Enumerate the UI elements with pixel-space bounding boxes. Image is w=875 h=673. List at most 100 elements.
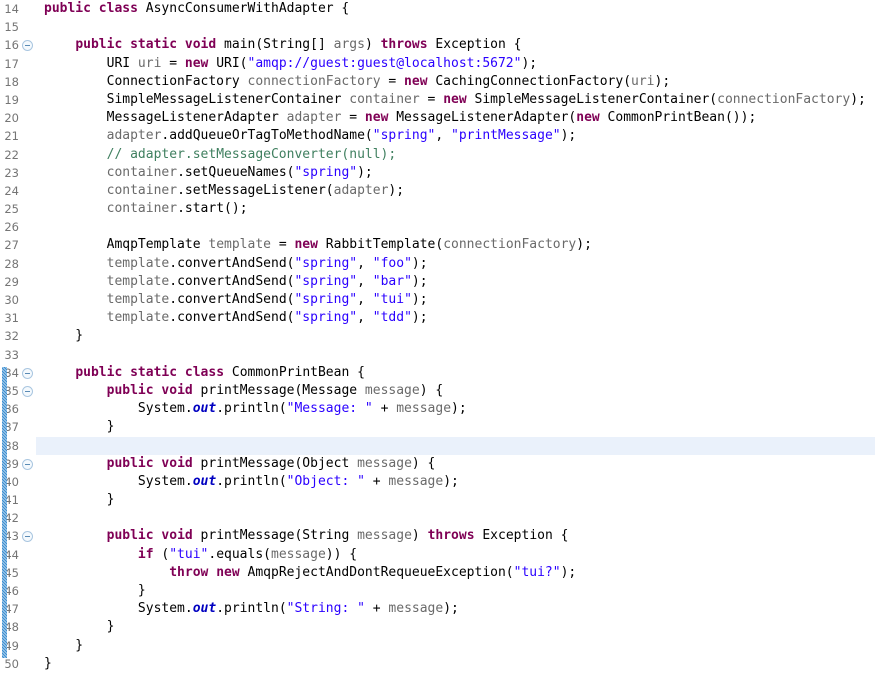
code-text-area[interactable]: public class AsyncConsumerWithAdapter { … xyxy=(36,0,875,671)
gutter-row[interactable]: 27 xyxy=(0,236,36,254)
code-line[interactable]: } xyxy=(36,655,875,673)
code-token-pln: } xyxy=(44,328,84,344)
line-number: 29 xyxy=(4,274,19,289)
code-token-kw: throw xyxy=(169,564,209,580)
code-token-pln: .println( xyxy=(216,401,287,417)
gutter-row[interactable]: 15 xyxy=(0,18,36,36)
code-line[interactable]: throw new AmqpRejectAndDontRequeueExcept… xyxy=(36,564,875,582)
code-token-pln: .convertAndSend( xyxy=(169,255,295,271)
code-token-pln: ); xyxy=(411,292,428,307)
code-token-loc: template xyxy=(208,237,271,253)
code-token-pln xyxy=(44,310,107,325)
code-line[interactable]: } xyxy=(36,618,875,636)
gutter-row[interactable]: 31 xyxy=(0,309,36,327)
code-token-pln: , xyxy=(435,128,452,144)
code-token-kw: throws xyxy=(380,37,428,53)
code-token-pln: = xyxy=(271,237,295,253)
code-line[interactable]: } xyxy=(36,418,875,436)
code-line[interactable]: public void printMessage(Message message… xyxy=(36,382,875,400)
gutter-row[interactable]: 14 xyxy=(0,0,36,18)
code-line[interactable]: } xyxy=(36,491,875,509)
code-line[interactable]: template.convertAndSend("spring", "tdd")… xyxy=(36,309,875,327)
gutter-row[interactable]: 25 xyxy=(0,200,36,218)
code-token-pln: ) xyxy=(364,37,381,53)
gutter-row[interactable]: 28 xyxy=(0,255,36,273)
code-token-pln xyxy=(122,37,130,52)
code-token-pln: .println( xyxy=(216,473,287,489)
code-line[interactable]: public void printMessage(String message)… xyxy=(36,527,875,545)
gutter-row[interactable]: 23 xyxy=(0,164,36,182)
code-line[interactable] xyxy=(36,509,875,527)
code-line[interactable]: container.setQueueNames("spring"); xyxy=(36,164,875,182)
line-number: 19 xyxy=(4,92,19,107)
code-line[interactable]: // adapter.setMessageConverter(null); xyxy=(36,146,875,164)
code-token-pln: } xyxy=(44,655,52,671)
code-token-pln: ); xyxy=(850,91,866,107)
gutter-row[interactable]: 30 xyxy=(0,291,36,309)
gutter-row[interactable]: 19 xyxy=(0,91,36,109)
code-line[interactable]: System.out.println("Message: " + message… xyxy=(36,400,875,418)
gutter-row[interactable]: 16 xyxy=(0,36,36,54)
code-line[interactable]: System.out.println("Object: " + message)… xyxy=(36,473,875,491)
gutter-row[interactable]: 24 xyxy=(0,182,36,200)
code-token-pln: System. xyxy=(44,401,193,417)
code-token-loc: adapter xyxy=(106,128,162,144)
code-line[interactable]: adapter.addQueueOrTagToMethodName("sprin… xyxy=(36,127,875,145)
gutter-row[interactable]: 17 xyxy=(0,55,36,73)
code-line[interactable]: container.setMessageListener(adapter); xyxy=(36,182,875,200)
code-line[interactable]: container.start(); xyxy=(36,200,875,218)
code-line[interactable]: public static void main(String[] args) t… xyxy=(36,36,875,54)
gutter-row[interactable]: 29 xyxy=(0,273,36,291)
code-line[interactable]: URI uri = new URI("amqp://guest:guest@lo… xyxy=(36,55,875,73)
code-line[interactable]: ConnectionFactory connectionFactory = ne… xyxy=(36,73,875,91)
code-token-pln: main(String[] xyxy=(216,37,334,53)
code-token-pln: RabbitTemplate( xyxy=(317,237,444,253)
fold-collapse-icon[interactable] xyxy=(22,367,33,379)
line-number: 24 xyxy=(4,183,19,198)
code-line[interactable]: } xyxy=(36,327,875,345)
gutter-row[interactable]: 20 xyxy=(0,109,36,127)
code-token-pln: .start(); xyxy=(177,201,248,217)
code-token-pln xyxy=(44,383,107,398)
line-number: 21 xyxy=(4,129,19,144)
code-token-pln: ); xyxy=(521,55,538,71)
code-token-str: "foo" xyxy=(372,255,412,271)
code-line[interactable]: public class AsyncConsumerWithAdapter { xyxy=(36,0,875,18)
code-line[interactable] xyxy=(36,346,875,364)
code-line[interactable] xyxy=(36,18,875,36)
code-line[interactable]: } xyxy=(36,582,875,600)
code-token-kw: public xyxy=(44,1,91,16)
gutter-row[interactable]: 26 xyxy=(0,218,36,236)
code-token-pln: CachingConnectionFactory( xyxy=(427,73,632,89)
code-line[interactable]: template.convertAndSend("spring", "tui")… xyxy=(36,291,875,309)
code-line[interactable]: public void printMessage(Object message)… xyxy=(36,455,875,473)
gutter-row[interactable]: 33 xyxy=(0,346,36,364)
fold-collapse-icon[interactable] xyxy=(22,385,33,397)
gutter-row[interactable]: 22 xyxy=(0,146,36,164)
code-line[interactable]: if ("tui".equals(message)) { xyxy=(36,546,875,564)
code-token-kw: new xyxy=(294,237,318,253)
code-token-kw: public xyxy=(106,528,154,544)
code-line[interactable] xyxy=(36,218,875,236)
fold-collapse-icon[interactable] xyxy=(22,531,33,543)
code-token-kw: class xyxy=(184,364,225,380)
code-line[interactable]: public static class CommonPrintBean { xyxy=(36,364,875,382)
gutter-row[interactable]: 32 xyxy=(0,327,36,345)
gutter-row[interactable]: 18 xyxy=(0,73,36,91)
code-token-pln: ); xyxy=(560,564,577,580)
code-token-pln: + xyxy=(364,473,389,489)
fold-collapse-icon[interactable] xyxy=(22,40,33,52)
code-line-current[interactable] xyxy=(36,436,875,455)
java-source-editor[interactable]: 14 15 16 17 18 19 20 21 22 23 24 25 26 27 28 29 30 31 32 33… xyxy=(0,0,875,671)
code-token-pln: .println( xyxy=(216,601,287,617)
code-line[interactable]: } xyxy=(36,637,875,655)
code-line[interactable]: AmqpTemplate template = new RabbitTempla… xyxy=(36,236,875,254)
code-line[interactable]: System.out.println("String: " + message)… xyxy=(36,600,875,618)
gutter-row[interactable]: 21 xyxy=(0,127,36,145)
code-line[interactable]: SimpleMessageListenerContainer container… xyxy=(36,91,875,109)
code-token-loc: message xyxy=(364,382,420,398)
code-line[interactable]: MessageListenerAdapter adapter = new Mes… xyxy=(36,109,875,127)
code-line[interactable]: template.convertAndSend("spring", "bar")… xyxy=(36,273,875,291)
code-line[interactable]: template.convertAndSend("spring", "foo")… xyxy=(36,255,875,273)
fold-collapse-icon[interactable] xyxy=(22,458,33,470)
